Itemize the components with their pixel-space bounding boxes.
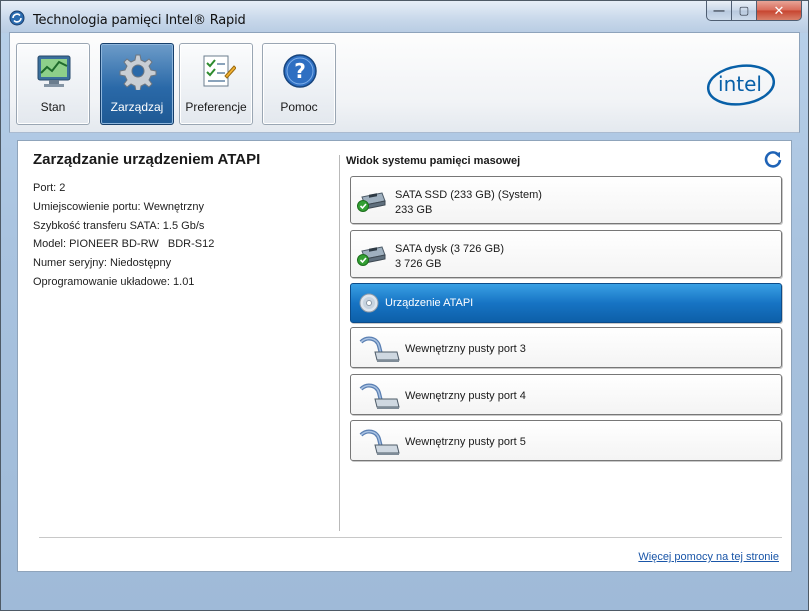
nav-pomoc-button[interactable]: ? Pomoc [262,43,336,125]
window-controls: — ▢ ✕ [706,1,802,21]
close-button[interactable]: ✕ [757,1,802,21]
storage-view-title: Widok systemu pamięci masowej [346,155,521,167]
device-name: Wewnętrzny pusty port 4 [405,390,526,402]
disk-ok-icon [357,192,386,212]
maximize-button[interactable]: ▢ [732,1,757,21]
empty-port-icon [359,336,400,362]
device-name: Wewnętrzny pusty port 3 [405,343,526,355]
device-name: Urządzenie ATAPI [385,297,474,309]
nav-stan-button[interactable]: Stan [16,43,90,125]
window-title: Technologia pamięci Intel® Rapid [33,13,246,28]
device-details: Port: 2 Umiejscowienie portu: Wewnętrzny… [33,179,214,292]
nav-stan-label: Stan [40,100,66,114]
more-help-link[interactable]: Więcej pomocy na tej stronie [638,551,779,563]
refresh-icon[interactable] [763,149,783,169]
nav-pomoc-label: Pomoc [280,100,318,114]
help-icon: ? [283,54,317,88]
gear-icon [119,54,157,90]
title-bar[interactable]: Technologia pamięci Intel® Rapid — ▢ ✕ [1,1,808,33]
vertical-divider [339,155,340,531]
port-value: Port: 2 [33,182,66,194]
nav-zarzadzaj-label: Zarządzaj [110,100,164,114]
checklist-icon [203,55,236,87]
disk-ok-icon [357,246,386,266]
main-content: Zarządzanie urządzeniem ATAPI Port: 2 Um… [17,140,792,572]
device-item-atapi[interactable]: Urządzenie ATAPI [350,283,782,323]
model-value: Model: PIONEER BD-RW BDR-S12 [33,238,215,251]
empty-port-icon [359,383,400,409]
device-details-title: Zarządzanie urządzeniem ATAPI [33,151,261,168]
firmware-value: Oprogramowanie układowe: 1.01 [33,275,195,288]
monitor-chart-icon [37,55,71,87]
device-name: Wewnętrzny pusty port 5 [405,436,526,448]
app-icon [9,10,25,26]
intel-logo: intel [706,64,776,106]
svg-text:intel: intel [718,72,762,96]
navigation-toolbar: Stan Zarządzaj Preferencje ? Pomoc intel [9,32,800,133]
device-item-ssd[interactable]: SATA SSD (233 GB) (System) 233 GB [350,176,782,224]
nav-preferencje-button[interactable]: Preferencje [179,43,253,125]
empty-port-icon [359,429,400,455]
port-location-value: Umiejscowienie portu: Wewnętrzny [33,200,204,213]
svg-text:?: ? [294,59,306,83]
minimize-button[interactable]: — [706,1,732,21]
device-item-hdd[interactable]: SATA dysk (3 726 GB) 3 726 GB [350,230,782,278]
app-window: Technologia pamięci Intel® Rapid — ▢ ✕ S… [0,0,809,611]
device-item-port-3[interactable]: Wewnętrzny pusty port 3 [350,327,782,368]
device-name: SATA SSD (233 GB) (System) [395,189,542,201]
nav-preferencje-label: Preferencje [185,100,247,114]
device-item-port-5[interactable]: Wewnętrzny pusty port 5 [350,420,782,461]
device-name: SATA dysk (3 726 GB) [395,243,505,255]
device-item-port-4[interactable]: Wewnętrzny pusty port 4 [350,374,782,415]
serial-number-value: Numer seryjny: Niedostępny [33,257,172,270]
device-size: 3 726 GB [395,258,442,270]
transfer-speed-value: Szybkość transferu SATA: 1.5 Gb/s [33,219,205,232]
nav-zarzadzaj-button[interactable]: Zarządzaj [100,43,174,125]
device-size: 233 GB [395,204,433,216]
horizontal-divider [39,537,782,538]
optical-disc-icon [359,293,379,313]
